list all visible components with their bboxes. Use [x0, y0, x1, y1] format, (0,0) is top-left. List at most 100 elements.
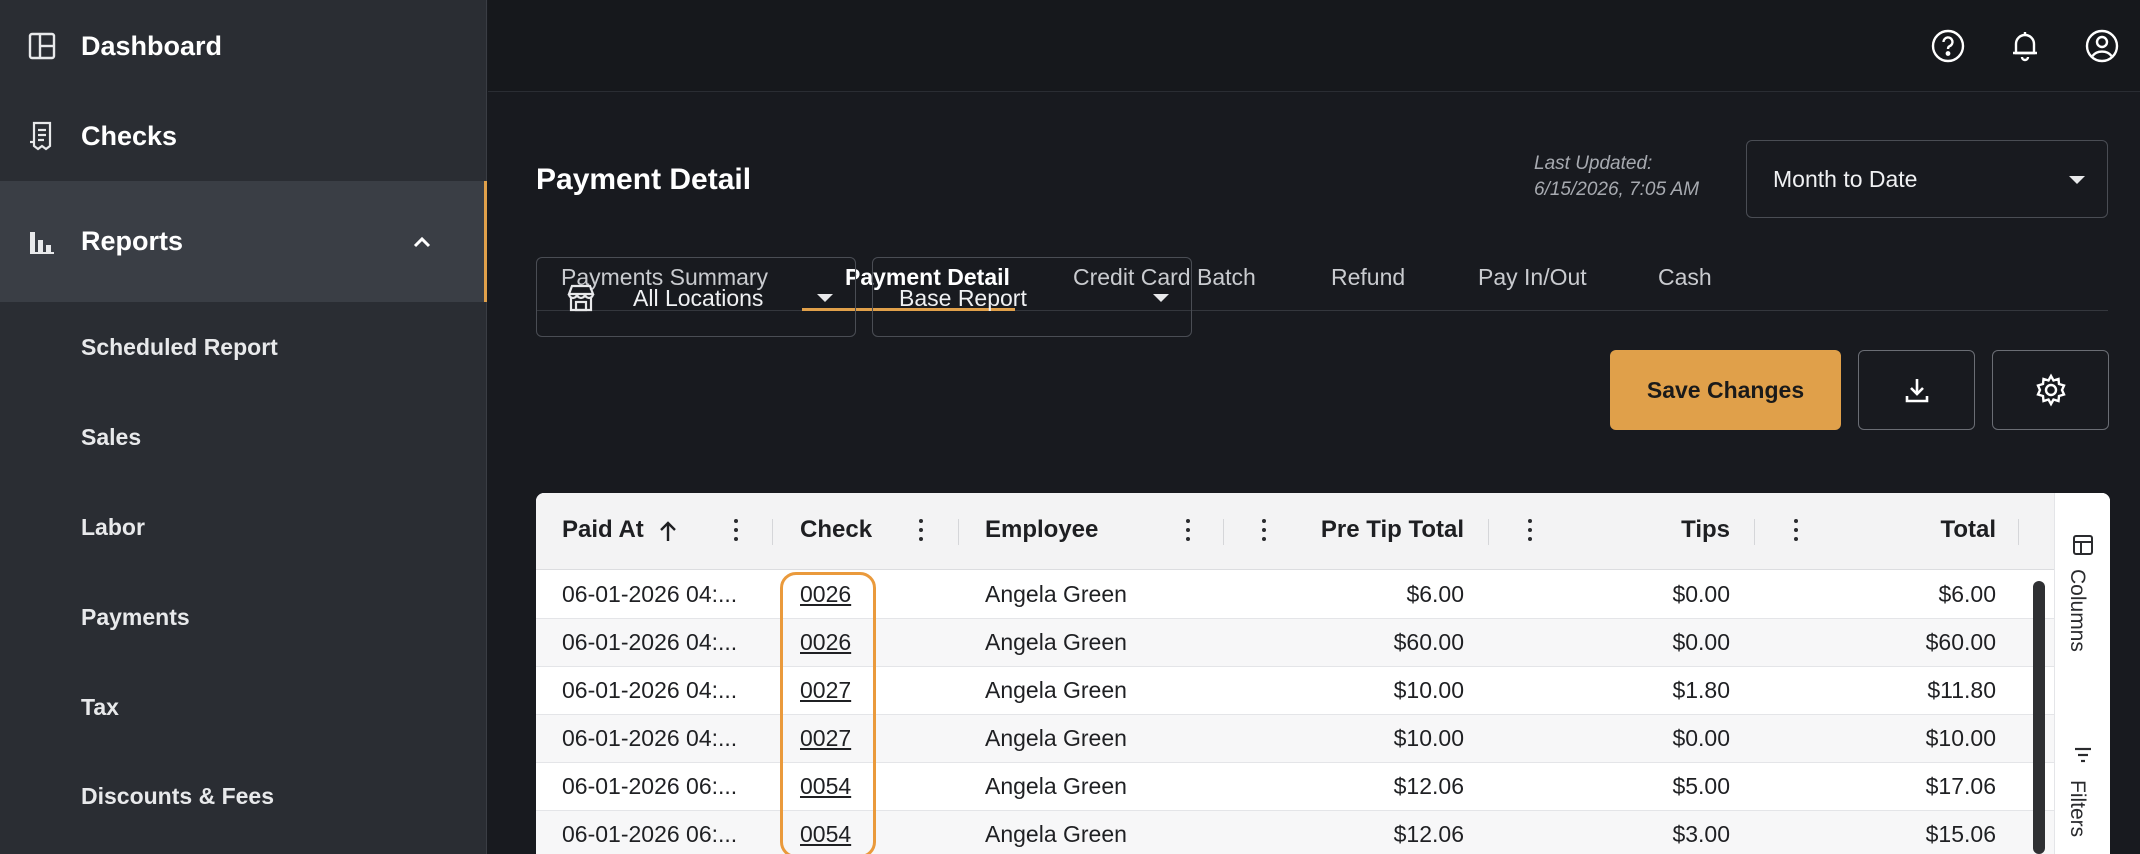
column-menu-icon[interactable]	[1261, 519, 1267, 543]
cell-employee: Angela Green	[985, 725, 1127, 751]
column-separator[interactable]	[1488, 519, 1489, 545]
column-header-tips[interactable]: Tips	[1636, 516, 1730, 544]
sidebar-item-label: Dashboard	[81, 30, 223, 61]
cell-employee: Angela Green	[985, 773, 1127, 799]
tab-refund[interactable]: Refund	[1331, 264, 1405, 291]
cell-paid-at: 06-01-2026 04:...	[562, 629, 738, 655]
sidebar-subitem-tax[interactable]: Tax	[81, 694, 119, 721]
help-icon[interactable]	[1930, 28, 1966, 64]
table-row[interactable]: 06-01-2026 04:... 0027 Angela Green $10.00 $…	[536, 667, 2054, 715]
vertical-scrollbar[interactable]	[2033, 581, 2045, 854]
top-bar	[488, 0, 2140, 92]
column-menu-icon[interactable]	[1527, 519, 1533, 543]
sidebar-subitem-discounts-fees[interactable]: Discounts & Fees	[81, 783, 274, 810]
cell-tips: $3.00	[1672, 821, 1730, 847]
column-separator[interactable]	[1223, 519, 1224, 545]
save-changes-button[interactable]: Save Changes	[1610, 350, 1841, 430]
last-updated-value: 6/15/2026, 7:05 AM	[1534, 179, 1700, 200]
caret-down-icon	[817, 294, 833, 302]
sidebar-item-reports[interactable]: Reports	[0, 181, 487, 302]
store-icon	[567, 284, 595, 312]
filter-icon	[2075, 747, 2091, 763]
chevron-up-icon[interactable]	[408, 228, 436, 256]
cell-paid-at: 06-01-2026 04:...	[562, 581, 738, 607]
cell-total: $10.00	[1925, 725, 1996, 751]
column-menu-icon[interactable]	[1793, 519, 1799, 543]
cell-total: $15.06	[1925, 821, 1996, 847]
cell-employee: Angela Green	[985, 677, 1127, 703]
column-header-total[interactable]: Total	[1896, 516, 1996, 544]
cell-tips: $0.00	[1672, 581, 1730, 607]
cell-pre-tip-total: $60.00	[1393, 629, 1464, 655]
cell-tips: $0.00	[1672, 725, 1730, 751]
sidebar-subitem-payments[interactable]: Payments	[81, 604, 190, 631]
date-range-value: Month to Date	[1773, 166, 1918, 192]
account-icon[interactable]	[2084, 28, 2120, 64]
download-button[interactable]	[1858, 350, 1975, 430]
check-column-highlight	[780, 572, 876, 854]
date-range-select[interactable]: Month to Date	[1746, 140, 2108, 218]
column-menu-icon[interactable]	[733, 519, 739, 543]
cell-paid-at: 06-01-2026 06:...	[562, 821, 738, 847]
column-header-check[interactable]: Check	[800, 516, 872, 544]
cell-pre-tip-total: $6.00	[1406, 581, 1464, 607]
sidebar-item-label: Reports	[81, 226, 184, 256]
cell-pre-tip-total: $10.00	[1393, 725, 1464, 751]
caret-down-icon	[2069, 176, 2085, 184]
filters-panel-toggle[interactable]: Filters	[2065, 780, 2089, 837]
table-row[interactable]: 06-01-2026 06:... 0054 Angela Green $12.06 $…	[536, 763, 2054, 811]
cell-paid-at: 06-01-2026 06:...	[562, 773, 738, 799]
column-menu-icon[interactable]	[1185, 519, 1191, 543]
cell-paid-at: 06-01-2026 04:...	[562, 725, 738, 751]
column-header-paid-at[interactable]: Paid At	[562, 516, 644, 544]
sidebar-subitem-sales[interactable]: Sales	[81, 424, 141, 451]
column-separator[interactable]	[2018, 519, 2019, 545]
cell-paid-at: 06-01-2026 04:...	[562, 677, 738, 703]
columns-panel-toggle[interactable]: Columns	[2065, 569, 2089, 652]
cell-employee: Angela Green	[985, 821, 1127, 847]
gear-icon	[2035, 373, 2066, 407]
cell-pre-tip-total: $12.06	[1393, 821, 1464, 847]
table-row[interactable]: 06-01-2026 04:... 0026 Angela Green $60.00 $…	[536, 619, 2054, 667]
sidebar-item-checks[interactable]: Checks	[0, 100, 487, 172]
location-select[interactable]: All Locations	[536, 257, 856, 337]
cell-employee: Angela Green	[985, 629, 1127, 655]
table-row[interactable]: 06-01-2026 06:... 0054 Angela Green $12.06 $…	[536, 811, 2054, 854]
sort-ascending-icon[interactable]	[658, 521, 678, 543]
sidebar: Dashboard Checks Reports Scheduled Repor…	[0, 0, 487, 854]
column-header-employee[interactable]: Employee	[985, 516, 1098, 544]
bar-chart-icon	[30, 231, 54, 254]
column-header-pre-tip-total[interactable]: Pre Tip Total	[1320, 516, 1464, 544]
receipt-icon	[30, 121, 52, 151]
bell-icon[interactable]	[2007, 28, 2043, 64]
column-separator[interactable]	[1754, 519, 1755, 545]
cell-tips: $5.00	[1672, 773, 1730, 799]
download-icon	[1905, 379, 1928, 403]
tab-cash[interactable]: Cash	[1658, 264, 1712, 291]
cell-total: $6.00	[1938, 581, 1996, 607]
last-updated: Last Updated: 6/15/2026, 7:05 AM	[1534, 151, 1699, 203]
cell-pre-tip-total: $12.06	[1393, 773, 1464, 799]
cell-tips: $1.80	[1672, 677, 1730, 703]
table-header: Paid At Check Employee Pre Tip Total Tip…	[536, 493, 2054, 570]
location-value: All Locations	[633, 285, 764, 311]
table-row[interactable]: 06-01-2026 04:... 0027 Angela Green $10.00 $…	[536, 715, 2054, 763]
cell-employee: Angela Green	[985, 581, 1127, 607]
payment-table: Paid At Check Employee Pre Tip Total Tip…	[536, 493, 2110, 854]
sidebar-item-dashboard[interactable]: Dashboard	[0, 10, 487, 82]
sidebar-item-label: Checks	[81, 120, 178, 151]
cell-tips: $0.00	[1672, 629, 1730, 655]
table-row[interactable]: 06-01-2026 04:... 0026 Angela Green $6.00 $0…	[536, 571, 2054, 619]
column-separator[interactable]	[958, 519, 959, 545]
sidebar-subitem-scheduled-report[interactable]: Scheduled Report	[81, 334, 278, 361]
cell-pre-tip-total: $10.00	[1393, 677, 1464, 703]
settings-button[interactable]	[1992, 350, 2109, 430]
caret-down-icon	[1153, 294, 1169, 302]
columns-icon	[2073, 535, 2093, 555]
cell-total: $17.06	[1925, 773, 1996, 799]
report-select[interactable]: Base Report	[872, 257, 1192, 337]
tab-pay-in-out[interactable]: Pay In/Out	[1478, 264, 1587, 291]
sidebar-subitem-labor[interactable]: Labor	[81, 514, 145, 541]
column-menu-icon[interactable]	[918, 519, 924, 543]
column-separator[interactable]	[772, 519, 773, 545]
